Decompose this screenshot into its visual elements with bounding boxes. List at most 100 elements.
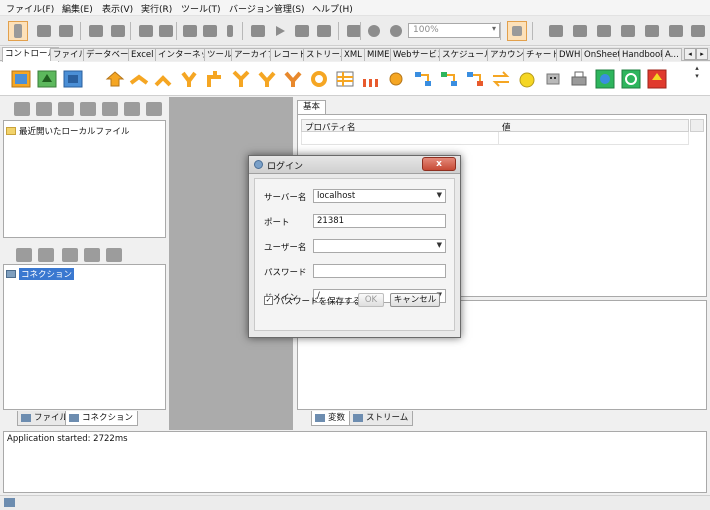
save-all-icon[interactable] [56, 21, 76, 41]
picture-icon[interactable] [80, 102, 96, 116]
recent-files-node[interactable]: 最近開いたローカルファイル [6, 125, 130, 137]
record-icon[interactable] [364, 21, 384, 41]
align-7-icon[interactable] [688, 21, 708, 41]
flow-3-icon[interactable] [464, 68, 486, 90]
save-icon[interactable] [34, 21, 54, 41]
dialog-titlebar[interactable]: ログイン x [249, 156, 460, 174]
tab-excel[interactable]: Excel [128, 48, 157, 61]
redo-icon[interactable] [156, 21, 176, 41]
port-field[interactable]: 21381 [313, 214, 446, 228]
tab-variables[interactable]: 変数 [311, 411, 351, 426]
chevron-left-icon[interactable]: ◂ [684, 48, 696, 60]
tab-onsheet[interactable]: OnSheet [581, 48, 624, 61]
cancel-button[interactable]: キャンセル [390, 293, 440, 307]
save-password-checkbox[interactable]: ✓ [264, 296, 273, 305]
align-2-icon[interactable] [570, 21, 590, 41]
scrollbar[interactable] [690, 119, 704, 132]
flow-icon[interactable] [412, 68, 434, 90]
tab-mime[interactable]: MIME [364, 48, 393, 61]
fork-icon[interactable] [204, 68, 226, 90]
menu-version-control[interactable]: バージョン管理(S) [229, 2, 305, 15]
upload-icon[interactable] [36, 68, 58, 90]
split-icon[interactable] [178, 68, 200, 90]
router-icon[interactable] [282, 68, 304, 90]
align-icon[interactable] [546, 21, 566, 41]
table-icon[interactable] [334, 68, 356, 90]
menu-edit[interactable]: 編集(E) [62, 2, 93, 15]
abc-merge-icon[interactable] [128, 68, 150, 90]
network-icon[interactable] [102, 102, 118, 116]
tab-more[interactable]: A... [662, 48, 682, 61]
connection-icon [69, 414, 79, 422]
image-icon[interactable] [36, 102, 52, 116]
server-icon[interactable] [106, 248, 122, 262]
branch-icon[interactable] [104, 68, 126, 90]
file-icon [21, 414, 31, 422]
run-icon[interactable] [270, 21, 290, 41]
tab-handbook[interactable]: Handbook [619, 48, 669, 61]
debug-icon[interactable] [248, 21, 268, 41]
loop-icon[interactable] [308, 68, 330, 90]
password-field[interactable] [313, 264, 446, 278]
refresh-icon[interactable] [620, 68, 642, 90]
paste-icon[interactable] [220, 21, 240, 41]
step-icon[interactable] [292, 21, 312, 41]
server-select[interactable]: localhost ▼ [313, 189, 446, 203]
undo-icon[interactable] [136, 21, 156, 41]
tab-xml[interactable]: XML [341, 48, 365, 61]
cut-icon[interactable] [180, 21, 200, 41]
palette-scroll[interactable]: ▴ ▾ [688, 64, 706, 94]
connect-icon[interactable] [16, 248, 32, 262]
menu-run[interactable]: 実行(R) [141, 2, 172, 15]
robot-icon[interactable] [542, 68, 564, 90]
chevron-right-icon[interactable]: ▸ [696, 48, 708, 60]
settings-icon[interactable] [146, 102, 162, 116]
align-5-icon[interactable] [642, 21, 662, 41]
property-row[interactable] [301, 132, 689, 145]
zoom-select[interactable]: 100% ▾ [408, 23, 500, 38]
tab-basic[interactable]: 基本 [297, 100, 327, 114]
tab-dwh[interactable]: DWH [556, 48, 584, 61]
refresh-icon[interactable] [38, 248, 54, 262]
table-icon[interactable] [124, 102, 140, 116]
exit-icon[interactable] [646, 68, 668, 90]
menu-file[interactable]: ファイル(F) [6, 2, 54, 15]
menu-tools[interactable]: ツール(T) [181, 2, 221, 15]
step-over-icon[interactable] [314, 21, 334, 41]
start-icon[interactable] [10, 68, 32, 90]
menu-view[interactable]: 表示(V) [102, 2, 133, 15]
grid-icon[interactable] [108, 21, 128, 41]
close-button[interactable]: x [422, 157, 456, 171]
new-icon[interactable] [8, 21, 28, 41]
sleep-icon[interactable] [516, 68, 538, 90]
flow-2-icon[interactable] [438, 68, 460, 90]
pause-icon[interactable] [386, 21, 406, 41]
folder-icon[interactable] [14, 102, 30, 116]
filter-icon[interactable] [386, 68, 408, 90]
connection-root-node[interactable]: コネクション [6, 268, 75, 280]
align-3-icon[interactable] [594, 21, 614, 41]
tab-streams[interactable]: ストリーム [349, 411, 414, 426]
ok-button[interactable]: OK [358, 293, 384, 307]
join-icon[interactable] [256, 68, 278, 90]
printer-icon[interactable] [568, 68, 590, 90]
ab-icon[interactable] [152, 68, 174, 90]
align-6-icon[interactable] [666, 21, 686, 41]
merge-icon[interactable] [230, 68, 252, 90]
abc-count-icon[interactable] [360, 68, 382, 90]
globe-icon[interactable] [594, 68, 616, 90]
stop-block-icon[interactable] [62, 68, 84, 90]
fit-icon[interactable] [507, 21, 527, 41]
menu-help[interactable]: ヘルプ(H) [312, 2, 353, 15]
transfer-icon[interactable] [490, 68, 512, 90]
tab-connections[interactable]: コネクション [65, 411, 139, 426]
save-password-label: パスワードを保存する [276, 297, 362, 307]
grid-icon[interactable] [58, 102, 74, 116]
stop-icon[interactable] [344, 21, 364, 41]
user-select[interactable]: ▼ [313, 239, 446, 253]
plugin-icon[interactable] [62, 248, 78, 262]
align-4-icon[interactable] [618, 21, 638, 41]
copy-icon[interactable] [200, 21, 220, 41]
find-icon[interactable] [86, 21, 106, 41]
plugin-2-icon[interactable] [84, 248, 100, 262]
